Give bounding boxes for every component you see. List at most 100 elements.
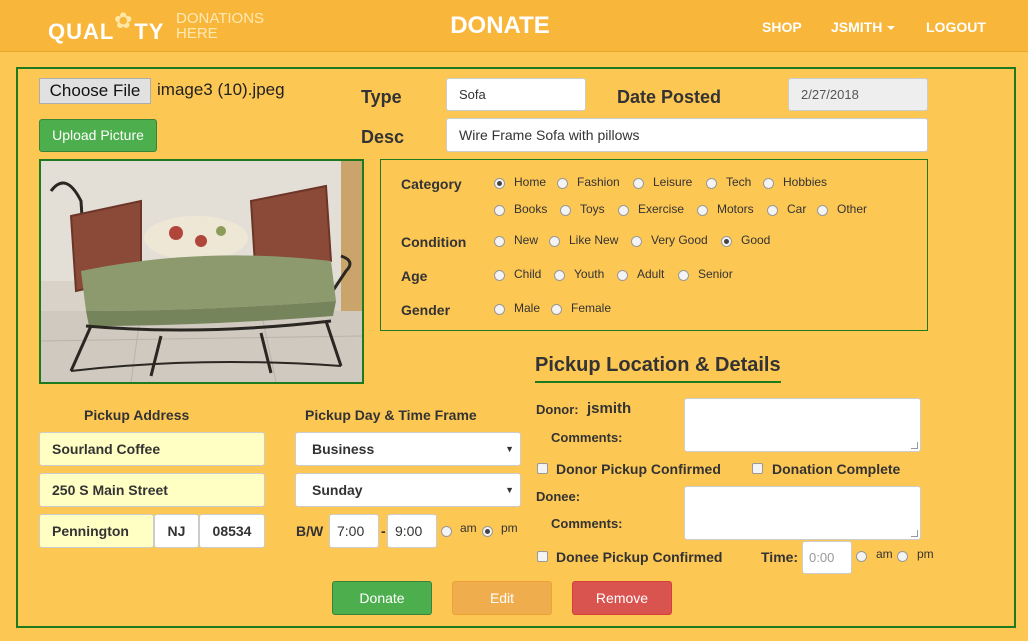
condition-option-label: Good [741, 233, 771, 247]
selected-file-name: image3 (10).jpeg [157, 80, 285, 99]
resize-handle-icon[interactable] [911, 442, 918, 449]
radio-pickup-pm[interactable] [897, 551, 908, 562]
radio-timeframe-pm[interactable] [482, 526, 493, 537]
donee-label: Donee: [536, 489, 581, 504]
am-label: am [460, 521, 477, 535]
donee-pickup-confirmed-checkbox[interactable] [537, 551, 548, 562]
radio-category-exercise[interactable] [618, 205, 629, 216]
address-state-input[interactable]: NJ [154, 514, 199, 548]
category-option-label: Hobbies [783, 175, 828, 189]
condition-option-label: Very Good [651, 233, 708, 247]
radio-condition-new[interactable] [494, 236, 505, 247]
pickup-details-heading: Pickup Location & Details [535, 354, 781, 383]
between-label: B/W [296, 523, 324, 539]
day-value: Sunday [312, 482, 363, 498]
radio-age-youth[interactable] [554, 270, 565, 281]
radio-category-hobbies[interactable] [763, 178, 774, 189]
item-photo [39, 159, 364, 384]
condition-option-label: New [514, 233, 539, 247]
condition-option-label: Like New [569, 233, 619, 247]
category-label: Category [401, 176, 462, 192]
timeframe-label: Pickup Day & Time Frame [305, 407, 477, 423]
radio-category-tech[interactable] [706, 178, 717, 189]
age-label: Age [401, 268, 428, 284]
time-label: Time: [761, 549, 799, 565]
radio-gender-male[interactable] [494, 304, 505, 315]
category-option-label: Fashion [577, 175, 620, 189]
day-select[interactable]: Sunday ▼ [295, 473, 521, 507]
category-option-label: Motors [717, 202, 754, 216]
choose-file-button[interactable]: Choose File [39, 78, 151, 104]
page-title: DONATE [450, 12, 550, 39]
time-dash: - [381, 523, 386, 539]
radio-category-fashion[interactable] [557, 178, 568, 189]
pm-label: pm [501, 521, 518, 535]
radio-category-home[interactable] [494, 178, 505, 189]
nav-shop-link[interactable]: SHOP [762, 19, 802, 35]
flower-icon: ✿ [114, 8, 133, 33]
time-from-input[interactable]: 7:00 [329, 514, 379, 548]
desc-label: Desc [361, 127, 405, 147]
time-to-input[interactable]: 9:00 [387, 514, 437, 548]
gender-label: Gender [401, 302, 451, 318]
pickup-time-input[interactable]: 0:00 [802, 541, 852, 574]
user-menu-label: JSMITH [831, 19, 883, 35]
radio-category-leisure[interactable] [633, 178, 644, 189]
address-city-input[interactable]: Pennington [39, 514, 154, 548]
address-zip-input[interactable]: 08534 [199, 514, 265, 548]
radio-category-other[interactable] [817, 205, 828, 216]
age-option-label: Youth [574, 267, 605, 281]
day-type-select[interactable]: Business ▼ [295, 432, 521, 466]
radio-condition-very-good[interactable] [631, 236, 642, 247]
caret-down-icon [887, 26, 896, 31]
radio-age-child[interactable] [494, 270, 505, 281]
age-option-label: Child [514, 267, 542, 281]
radio-category-toys[interactable] [560, 205, 571, 216]
category-option-label: Books [514, 202, 548, 216]
donation-complete-label: Donation Complete [772, 461, 901, 477]
radio-category-books[interactable] [494, 205, 505, 216]
radio-age-senior[interactable] [678, 270, 689, 281]
radio-pickup-am[interactable] [856, 551, 867, 562]
category-option-label: Tech [726, 175, 752, 189]
dropdown-arrow-icon: ▼ [505, 485, 514, 495]
radio-condition-good[interactable] [721, 236, 732, 247]
address-street-input[interactable]: 250 S Main Street [39, 473, 265, 507]
remove-button[interactable]: Remove [572, 581, 672, 615]
donee-comments-textarea[interactable] [684, 486, 921, 540]
user-menu[interactable]: JSMITH [831, 19, 896, 35]
donor-pickup-confirmed-label: Donor Pickup Confirmed [556, 461, 721, 477]
donation-complete-checkbox[interactable] [752, 463, 763, 474]
resize-handle-icon[interactable] [911, 530, 918, 537]
radio-age-adult[interactable] [617, 270, 628, 281]
donor-pickup-confirmed-checkbox[interactable] [537, 463, 548, 474]
category-option-label: Home [514, 175, 547, 189]
donee-pickup-confirmed-label: Donee Pickup Confirmed [556, 549, 723, 565]
category-option-label: Other [837, 202, 868, 216]
desc-input[interactable]: Wire Frame Sofa with pillows [446, 118, 928, 152]
pickup-address-label: Pickup Address [84, 407, 190, 423]
radio-category-motors[interactable] [697, 205, 708, 216]
address-name-input[interactable]: Sourland Coffee [39, 432, 265, 466]
edit-button[interactable]: Edit [452, 581, 552, 615]
logo-text: QUAL TY [48, 19, 165, 44]
gender-option-label: Female [571, 301, 612, 315]
upload-picture-button[interactable]: Upload Picture [39, 119, 157, 152]
category-option-label: Leisure [653, 175, 693, 189]
donate-button[interactable]: Donate [332, 581, 432, 615]
nav-logout-link[interactable]: LOGOUT [926, 19, 986, 35]
donor-label: Donor: [536, 402, 579, 417]
donor-comments-label: Comments: [551, 430, 623, 445]
age-option-label: Adult [637, 267, 665, 281]
donor-comments-textarea[interactable] [684, 398, 921, 452]
type-input[interactable]: Sofa [446, 78, 586, 111]
pm-label: pm [917, 547, 934, 561]
dropdown-arrow-icon: ▼ [505, 444, 514, 454]
radio-timeframe-am[interactable] [441, 526, 452, 537]
radio-gender-female[interactable] [551, 304, 562, 315]
navbar: QUAL TY ✿ DONATIONS HERE DONATE SHOP JSMI… [0, 0, 1028, 52]
date-posted-input[interactable]: 2/27/2018 [788, 78, 928, 111]
sofa-image [41, 161, 362, 382]
radio-category-car[interactable] [767, 205, 778, 216]
radio-condition-like-new[interactable] [549, 236, 560, 247]
